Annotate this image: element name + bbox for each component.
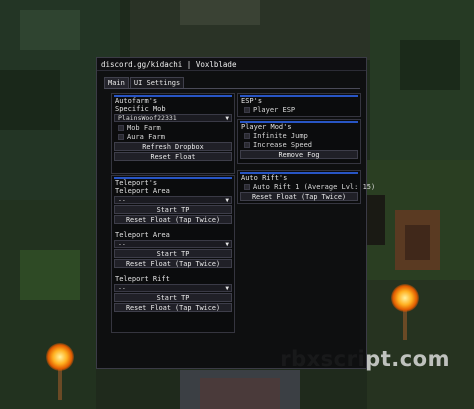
specific-mob-label: Specific Mob xyxy=(115,105,166,113)
auto-rift-header: Auto Rift's xyxy=(240,172,358,182)
teleport-rift-dropdown[interactable]: -- ▼ xyxy=(114,284,232,292)
refresh-dropbox-button[interactable]: Refresh Dropbox xyxy=(114,142,232,151)
torch-icon xyxy=(46,343,74,371)
aura-farm-toggle[interactable]: Aura Farm xyxy=(114,132,232,141)
infinite-jump-toggle[interactable]: Infinite Jump xyxy=(240,131,358,140)
reset-float-tap-twice-button-3[interactable]: Reset Float (Tap Twice) xyxy=(114,303,232,312)
checkbox-icon[interactable] xyxy=(244,106,250,113)
auto-rift-toggle[interactable]: Auto Rift 1 (Average Lvl: 15) xyxy=(240,182,375,191)
checkbox-icon[interactable] xyxy=(244,183,250,190)
start-tp-button-3[interactable]: Start TP xyxy=(114,293,232,302)
increase-speed-toggle[interactable]: Increase Speed xyxy=(240,140,358,149)
aura-farm-label: Aura Farm xyxy=(127,132,165,141)
reset-float-tap-twice-button[interactable]: Reset Float (Tap Twice) xyxy=(114,215,232,224)
auto-rift-reset-float-button[interactable]: Reset Float (Tap Twice) xyxy=(240,192,358,201)
teleport-rift-value: -- xyxy=(118,284,126,292)
teleport-area-value: -- xyxy=(118,196,126,204)
window-title[interactable]: discord.gg/kidachi | Voxlblade xyxy=(97,58,366,71)
autofarm-section: Autofarm's Specific Mob PlainsWoof22331 … xyxy=(111,93,235,174)
start-tp-button-2[interactable]: Start TP xyxy=(114,249,232,258)
remove-fog-button[interactable]: Remove Fog xyxy=(240,150,358,159)
esp-header: ESP's xyxy=(240,95,358,105)
mob-farm-toggle[interactable]: Mob Farm xyxy=(114,123,232,132)
tab-bar: Main UI Settings xyxy=(104,77,185,88)
chevron-down-icon[interactable]: ▼ xyxy=(225,241,229,248)
player-esp-label: Player ESP xyxy=(253,105,296,114)
increase-speed-label: Increase Speed xyxy=(253,140,313,149)
teleport-rift-label: Teleport Rift xyxy=(115,275,170,283)
checkbox-icon[interactable] xyxy=(118,133,124,140)
reset-float-tap-twice-button-2[interactable]: Reset Float (Tap Twice) xyxy=(114,259,232,268)
reset-float-button[interactable]: Reset Float xyxy=(114,152,232,161)
player-mods-header: Player Mod's xyxy=(240,121,358,131)
teleport-area-dropdown[interactable]: -- ▼ xyxy=(114,196,232,204)
teleport-section: Teleport's Teleport Area -- ▼ Start TP R… xyxy=(111,175,235,333)
checkbox-icon[interactable] xyxy=(244,132,250,139)
player-esp-toggle[interactable]: Player ESP xyxy=(240,105,358,114)
chevron-down-icon[interactable]: ▼ xyxy=(225,285,229,292)
teleport-area-label: Teleport Area xyxy=(115,187,170,195)
teleport-area-label-2: Teleport Area xyxy=(115,231,170,239)
teleport-area-dropdown-2[interactable]: -- ▼ xyxy=(114,240,232,248)
checkbox-icon[interactable] xyxy=(244,141,250,148)
torch-icon xyxy=(391,284,419,312)
script-window[interactable]: discord.gg/kidachi | Voxlblade Main UI S… xyxy=(96,57,375,369)
infinite-jump-label: Infinite Jump xyxy=(253,131,308,140)
checkbox-icon[interactable] xyxy=(118,124,124,131)
teleport-area-value-2: -- xyxy=(118,240,126,248)
autofarm-header: Autofarm's xyxy=(114,95,232,105)
start-tp-button[interactable]: Start TP xyxy=(114,205,232,214)
auto-rift-section: Auto Rift's Auto Rift 1 (Average Lvl: 15… xyxy=(237,170,375,204)
mob-dropdown[interactable]: PlainsWoof22331 ▼ xyxy=(114,114,232,122)
mob-farm-label: Mob Farm xyxy=(127,123,161,132)
mob-dropdown-value: PlainsWoof22331 xyxy=(118,114,177,122)
chevron-down-icon[interactable]: ▼ xyxy=(225,197,229,204)
auto-rift-label: Auto Rift 1 (Average Lvl: 15) xyxy=(253,182,376,191)
chevron-down-icon[interactable]: ▼ xyxy=(225,115,229,122)
tab-underline xyxy=(104,88,360,89)
player-mods-section: Player Mod's Infinite Jump Increase Spee… xyxy=(237,119,361,164)
teleport-header: Teleport's xyxy=(114,177,232,187)
tab-main[interactable]: Main xyxy=(104,77,129,88)
tab-ui-settings[interactable]: UI Settings xyxy=(129,77,185,88)
esp-section: ESP's Player ESP xyxy=(237,93,361,117)
